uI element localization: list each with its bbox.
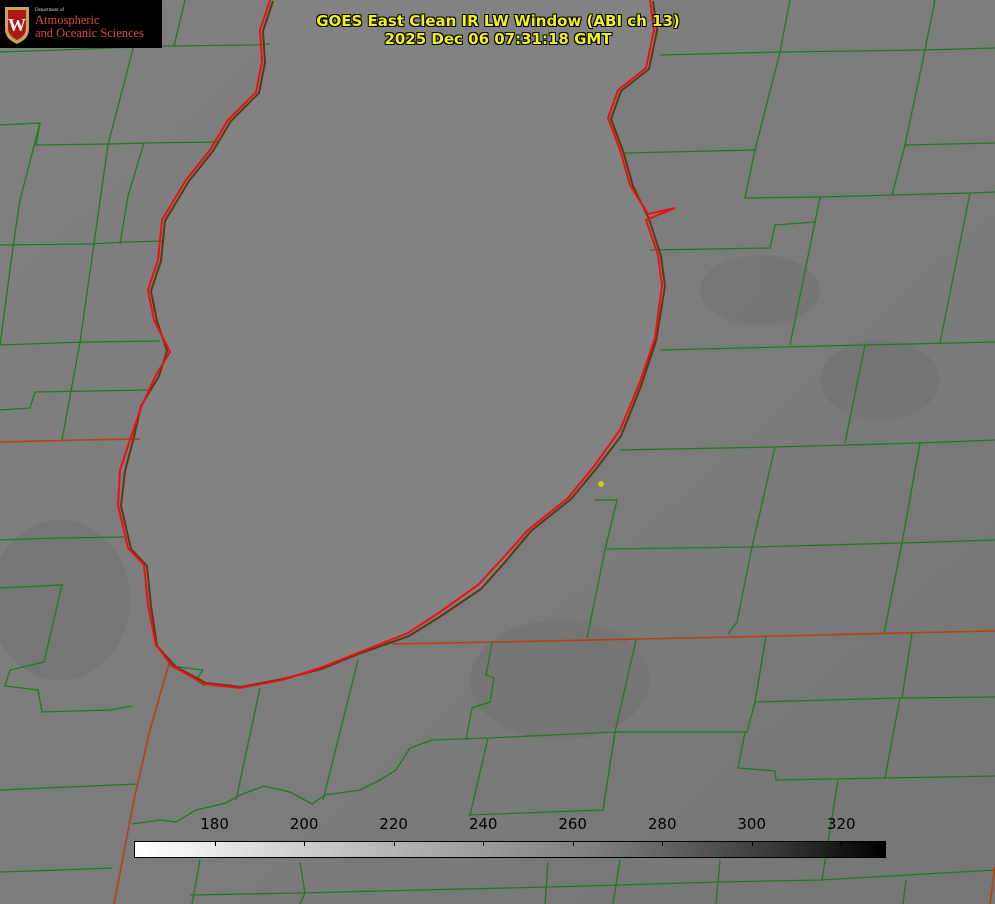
svg-text:W: W (8, 15, 26, 35)
title-product: GOES East Clean IR LW Window (ABI ch 13) (316, 12, 680, 30)
temperature-colorbar (134, 841, 886, 858)
colorbar-tick-mark (483, 842, 485, 846)
logo-line-oceanic: and Oceanic Sciences (35, 26, 144, 40)
colorbar-tick-mark (841, 842, 843, 846)
colorbar-tick-label: 200 (289, 815, 319, 833)
colorbar-tick-mark (751, 842, 753, 846)
colorbar-tick-mark (572, 842, 574, 846)
title-timestamp: 2025 Dec 06 07:31:18 GMT (384, 30, 612, 48)
colorbar-tick-mark (304, 842, 306, 846)
colorbar-tick-label: 220 (379, 815, 408, 833)
colorbar-tick-mark (393, 842, 395, 846)
colorbar-tick-label: 180 (200, 815, 229, 833)
colorbar-tick-label: 280 (647, 815, 677, 833)
image-title: GOES East Clean IR LW Window (ABI ch 13)… (230, 12, 766, 48)
uw-seal-icon: W (5, 7, 29, 44)
colorbar-tick-mark (214, 842, 216, 846)
colorbar-tick-label: 260 (558, 815, 587, 833)
station-dot-icon (598, 481, 604, 487)
colorbar-tick-label: 320 (826, 815, 856, 833)
colorbar-tick-mark (662, 842, 664, 846)
aos-logo: W Department of Atmospheric and Oceanic … (0, 0, 162, 48)
colorbar-tick-label: 300 (737, 815, 767, 833)
map-canvas (0, 0, 995, 904)
satellite-map: W Department of Atmospheric and Oceanic … (0, 0, 995, 904)
colorbar-tick-label: 240 (468, 815, 498, 833)
